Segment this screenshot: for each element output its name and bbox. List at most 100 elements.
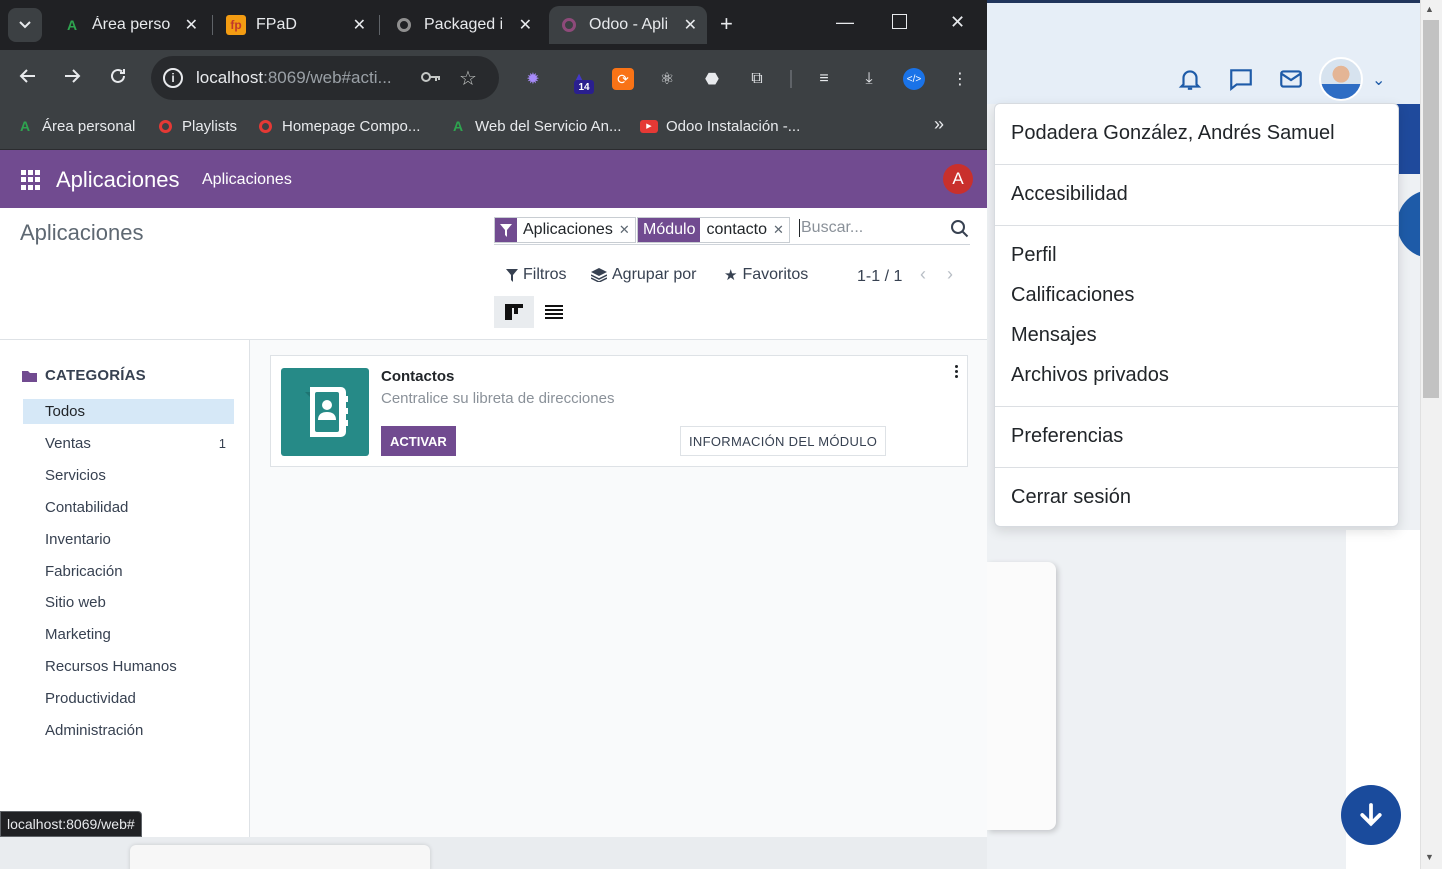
- sidebar-item-marketing[interactable]: Marketing: [23, 622, 234, 647]
- filters-label: Filtros: [523, 266, 567, 283]
- close-window-icon[interactable]: ✕: [950, 12, 965, 33]
- menu-item-accesibilidad[interactable]: Accesibilidad: [1011, 183, 1128, 206]
- sidebar-item-administración[interactable]: Administración: [23, 718, 234, 743]
- menu-item-calificaciones[interactable]: Calificaciones: [1011, 284, 1134, 307]
- divider: [995, 164, 1398, 165]
- tab-packaged-install[interactable]: Packaged install ✕: [384, 6, 542, 44]
- module-info-button[interactable]: INFORMACIÓN DEL MÓDULO: [680, 426, 887, 456]
- chevron-right-icon[interactable]: ›: [947, 264, 953, 285]
- category-label: Inventario: [45, 531, 111, 548]
- favorites-button[interactable]: ★ Favoritos: [724, 266, 808, 284]
- forward-icon[interactable]: [62, 66, 82, 86]
- divider: [995, 225, 1398, 226]
- bookmark-odoo-instalacion[interactable]: ▶ Odoo Instalación -...: [640, 117, 800, 135]
- chevron-left-icon[interactable]: ‹: [920, 264, 926, 285]
- apps-grid-icon[interactable]: [21, 170, 41, 190]
- sidebar-item-recursos-humanos[interactable]: Recursos Humanos: [23, 654, 234, 679]
- group-by-button[interactable]: Agrupar por: [591, 266, 697, 284]
- moodle-icon: A: [19, 118, 31, 134]
- bookmark-label: Homepage Compo...: [282, 117, 421, 135]
- pager-value[interactable]: 1-1 / 1: [857, 268, 902, 286]
- scroll-up-icon[interactable]: ▲: [1425, 4, 1434, 14]
- menu-item-archivos-privados[interactable]: Archivos privados: [1011, 364, 1169, 387]
- code-extension-icon[interactable]: </>: [903, 68, 925, 90]
- close-icon[interactable]: ✕: [619, 218, 635, 242]
- search-input[interactable]: [799, 219, 939, 237]
- app-brand[interactable]: Aplicaciones: [56, 167, 180, 193]
- tab-fpad[interactable]: fp FPaD ✕: [216, 6, 376, 44]
- angular-icon[interactable]: ⬣: [701, 68, 723, 90]
- close-icon[interactable]: ✕: [353, 15, 366, 35]
- module-card-contactos[interactable]: Contactos Centralice su libreta de direc…: [270, 355, 968, 467]
- key-icon[interactable]: [419, 67, 443, 87]
- facet-value: contacto: [706, 221, 767, 238]
- tab-odoo-aplicaciones[interactable]: Odoo - Aplicaciones ✕: [549, 6, 707, 44]
- sidebar-item-ventas[interactable]: Ventas 1: [23, 431, 234, 456]
- user-avatar[interactable]: [1319, 57, 1363, 101]
- bookmark-label: Web del Servicio An...: [475, 117, 622, 135]
- address-bar[interactable]: i localhost:8069/web#acti... ☆: [151, 56, 499, 100]
- maximize-icon[interactable]: [892, 14, 907, 29]
- activate-button[interactable]: ACTIVAR: [381, 426, 456, 456]
- bookmark-homepage[interactable]: Homepage Compo...: [256, 117, 420, 135]
- close-icon[interactable]: ✕: [773, 218, 789, 242]
- sidebar-item-todos[interactable]: Todos: [23, 399, 234, 424]
- extension-badge: 14: [574, 80, 594, 94]
- scroll-down-icon[interactable]: ▼: [1425, 852, 1434, 862]
- bookmark-playlists[interactable]: Playlists: [156, 117, 237, 135]
- gear-extension-icon[interactable]: ✹: [522, 68, 544, 90]
- download-icon[interactable]: ⤓: [858, 68, 880, 90]
- menu-item-perfil[interactable]: Perfil: [1011, 244, 1057, 267]
- back-icon[interactable]: [18, 66, 38, 86]
- divider: [790, 70, 792, 88]
- filters-button[interactable]: Filtros: [506, 266, 567, 284]
- kanban-view-button[interactable]: [494, 296, 534, 328]
- reload-icon[interactable]: [108, 66, 128, 86]
- sidebar-item-inventario[interactable]: Inventario: [23, 527, 234, 552]
- url-rest: :8069/web#acti...: [263, 68, 392, 87]
- search-icon[interactable]: [950, 219, 970, 239]
- close-icon[interactable]: ✕: [684, 15, 697, 35]
- bookmark-web-servicio[interactable]: A Web del Servicio An...: [449, 117, 622, 135]
- user-avatar-letter[interactable]: A: [943, 164, 973, 194]
- site-info-icon[interactable]: i: [163, 68, 183, 88]
- extensions-puzzle-icon[interactable]: ⧉: [746, 68, 768, 90]
- tab-label: Área personal: [92, 16, 170, 33]
- media-controls-icon[interactable]: ≡: [813, 68, 835, 90]
- close-icon[interactable]: ✕: [519, 15, 532, 35]
- menu-aplicaciones[interactable]: Aplicaciones: [202, 171, 292, 189]
- chat-icon[interactable]: [1228, 66, 1254, 92]
- react-devtools-icon[interactable]: ⚛: [656, 68, 678, 90]
- facet-tag: Módulo: [638, 218, 701, 242]
- kebab-menu-icon[interactable]: ⋮: [949, 68, 971, 90]
- menu-item-preferencias[interactable]: Preferencias: [1011, 425, 1123, 448]
- sidebar-item-contabilidad[interactable]: Contabilidad: [23, 495, 234, 520]
- bookmark-label: Área personal: [42, 117, 136, 135]
- sync-extension-icon[interactable]: ⟳: [612, 68, 634, 90]
- bell-icon[interactable]: [1177, 66, 1203, 92]
- more-bookmarks-icon[interactable]: »: [934, 114, 944, 135]
- kebab-menu-icon[interactable]: [951, 365, 961, 385]
- close-icon[interactable]: ✕: [185, 15, 198, 35]
- categories-sidebar: CATEGORÍAS Todos Ventas 1 Servicios Contabil…: [0, 340, 250, 837]
- menu-item-cerrar-sesion[interactable]: Cerrar sesión: [1011, 486, 1131, 509]
- sidebar-item-fabricación[interactable]: Fabricación: [23, 559, 234, 584]
- scrollbar-thumb[interactable]: [1423, 20, 1439, 398]
- chevron-down-icon[interactable]: ⌄: [1372, 70, 1385, 90]
- category-label: Recursos Humanos: [45, 658, 177, 675]
- bookmark-star-icon[interactable]: ☆: [459, 66, 477, 91]
- scroll-down-button[interactable]: [1341, 785, 1401, 845]
- tab-search-button[interactable]: [8, 8, 42, 42]
- sidebar-item-servicios[interactable]: Servicios: [23, 463, 234, 488]
- new-tab-button[interactable]: +: [720, 11, 733, 37]
- minimize-icon[interactable]: —: [836, 12, 854, 33]
- mail-icon[interactable]: [1278, 66, 1304, 92]
- sidebar-item-productividad[interactable]: Productividad: [23, 686, 234, 711]
- bookmark-area-personal[interactable]: A Área personal: [16, 117, 135, 135]
- menu-item-mensajes[interactable]: Mensajes: [1011, 324, 1097, 347]
- group-by-label: Agrupar por: [612, 266, 697, 283]
- tab-area-personal[interactable]: A Área personal ✕: [52, 6, 208, 44]
- category-label: Fabricación: [45, 563, 123, 580]
- sidebar-item-sitio-web[interactable]: Sitio web: [23, 590, 234, 615]
- list-view-button[interactable]: [534, 296, 574, 328]
